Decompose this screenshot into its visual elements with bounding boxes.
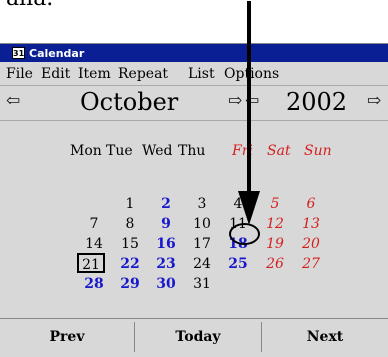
day-cell[interactable]: 25 [224, 254, 252, 274]
day-cell[interactable]: 22 [116, 254, 144, 274]
day-cell[interactable]: 13 [297, 214, 325, 234]
day-cell[interactable]: 14 [80, 234, 108, 254]
day-cell[interactable]: 26 [261, 254, 289, 274]
day-cell[interactable]: 3 [188, 194, 216, 214]
year-label: 2002 [286, 88, 348, 116]
next-year-arrow-icon[interactable]: ⇨ [367, 91, 381, 111]
day-cell[interactable]: 5 [261, 194, 289, 214]
menu-list[interactable]: List [188, 66, 215, 82]
weekday-mon: Mon [70, 143, 102, 159]
window-title: Calendar [29, 47, 85, 60]
weekday-sun: Sun [304, 143, 332, 159]
menu-repeat[interactable]: Repeat [118, 66, 168, 82]
day-cell[interactable]: 6 [297, 194, 325, 214]
calendar-app-icon: 31 [12, 47, 25, 59]
menu-edit[interactable]: Edit [41, 66, 70, 82]
day-cell[interactable]: 19 [261, 234, 289, 254]
weekday-thu: Thu [178, 143, 206, 159]
day-cell[interactable]: 9 [152, 214, 180, 234]
day-cell[interactable]: 2 [152, 194, 180, 214]
caption-text: alia. [6, 0, 53, 11]
menu-bar: File Edit Item Repeat List Options [0, 63, 388, 86]
day-cell[interactable]: 1 [116, 194, 144, 214]
weekday-sat: Sat [267, 143, 291, 159]
prev-month-arrow-icon[interactable]: ⇦ [6, 91, 20, 111]
weekday-wed: Wed [142, 143, 173, 159]
day-cell[interactable]: 31 [188, 274, 216, 294]
day-cell[interactable]: 10 [188, 214, 216, 234]
day-cell[interactable]: 28 [80, 274, 108, 294]
month-label: October [80, 88, 179, 116]
month-year-navigation: ⇦ October ⇨ ⇦ 2002 ⇨ [0, 86, 388, 121]
day-cell[interactable]: 27 [297, 254, 325, 274]
day-cell[interactable]: 16 [152, 234, 180, 254]
day-cell[interactable]: 7 [80, 214, 108, 234]
today-button[interactable]: Today [135, 322, 262, 352]
annotation-arrow [238, 1, 260, 225]
weekday-tue: Tue [106, 143, 133, 159]
day-cell[interactable]: 20 [297, 234, 325, 254]
title-bar: 31 Calendar [0, 44, 388, 62]
day-cell[interactable]: 30 [152, 274, 180, 294]
day-cell[interactable]: 8 [116, 214, 144, 234]
day-cell[interactable]: 15 [116, 234, 144, 254]
day-cell[interactable]: 23 [152, 254, 180, 274]
day-cell[interactable]: 17 [188, 234, 216, 254]
prev-button[interactable]: Prev [0, 322, 135, 352]
day-cell-selected[interactable]: 21 [77, 253, 105, 273]
calendar-window: 31 Calendar File Edit Item Repeat List O… [0, 1, 388, 357]
menu-item[interactable]: Item [78, 66, 111, 82]
bottom-button-bar: Prev Today Next [0, 318, 388, 357]
day-cell[interactable]: 24 [188, 254, 216, 274]
menu-file[interactable]: File [6, 66, 33, 82]
day-cell[interactable]: 29 [116, 274, 144, 294]
next-button[interactable]: Next [262, 322, 388, 352]
day-cell[interactable]: 12 [261, 214, 289, 234]
